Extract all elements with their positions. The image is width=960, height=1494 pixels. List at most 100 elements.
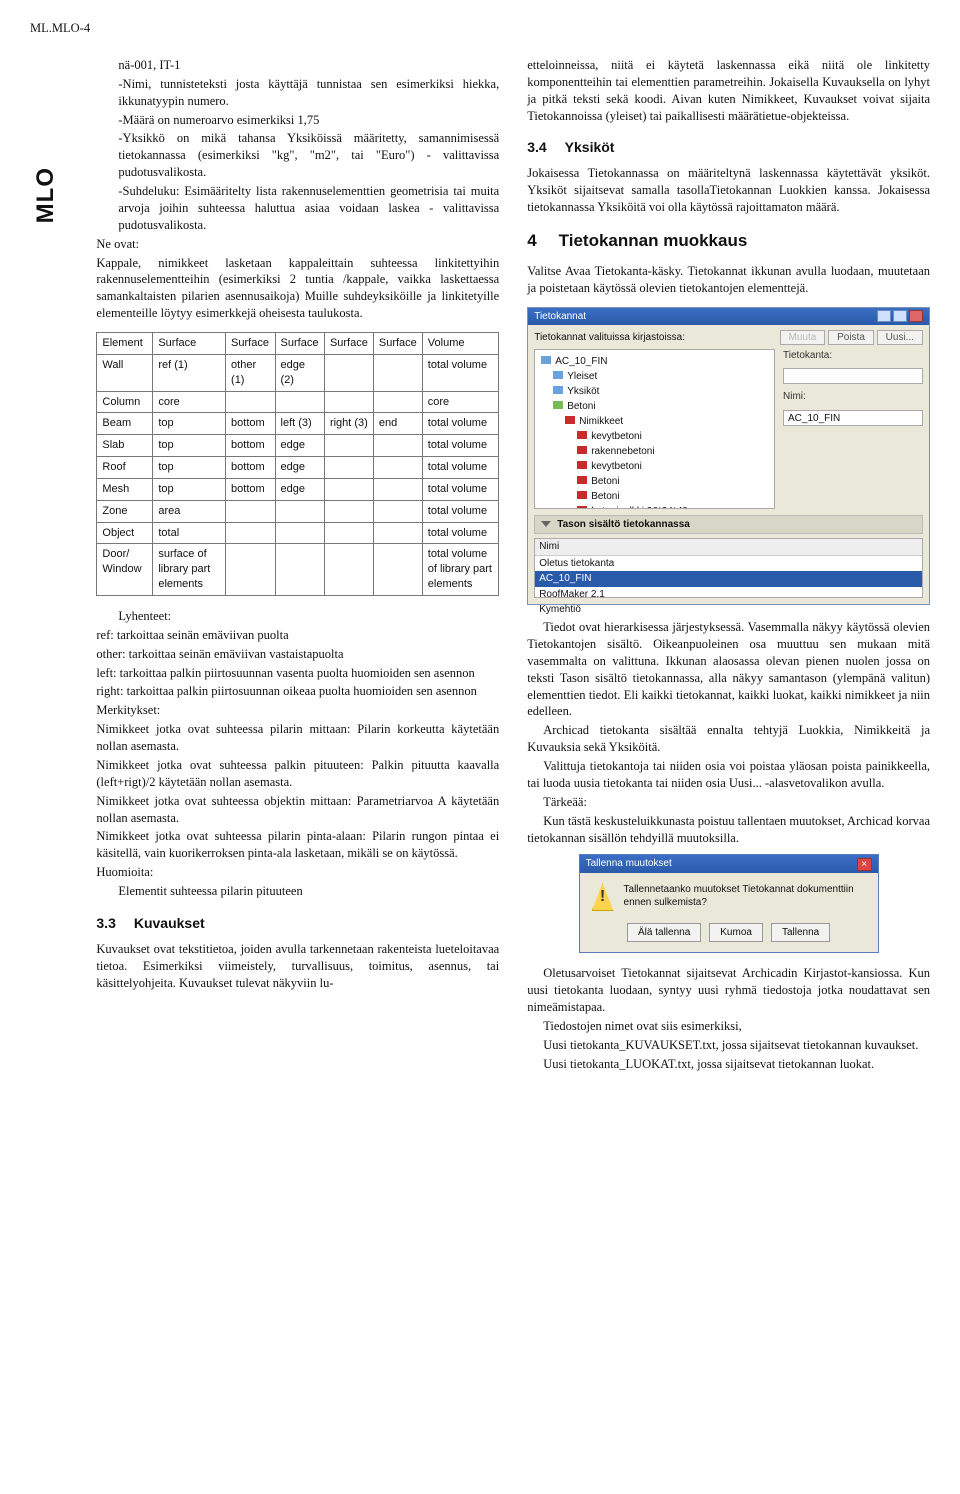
- new-button[interactable]: Uusi...: [877, 330, 923, 345]
- table-cell: [373, 354, 422, 391]
- list-item[interactable]: AC_10_FIN: [535, 571, 922, 587]
- table-cell: total volume: [422, 457, 498, 479]
- modal-titlebar[interactable]: Tallenna muutokset ×: [580, 855, 878, 873]
- table-cell: Column: [97, 391, 153, 413]
- intro-line: -Suhdeluku: Esimääritelty lista rakennus…: [118, 183, 499, 234]
- s33-body: Kuvaukset ovat tekstitietoa, joiden avul…: [96, 941, 499, 992]
- tail-p: Uusi tietokanta_KUVAUKSET.txt, jossa sij…: [527, 1037, 930, 1054]
- table-cell: ref (1): [153, 354, 226, 391]
- close-icon[interactable]: ×: [857, 858, 872, 871]
- merk-title: Merkitykset:: [96, 702, 499, 719]
- table-cell: Slab: [97, 435, 153, 457]
- table-cell: Roof: [97, 457, 153, 479]
- lyh-line: ref: tarkoittaa seinän emäviivan puolta: [96, 627, 499, 644]
- tree-item[interactable]: Betoni: [541, 474, 768, 489]
- name-field[interactable]: AC_10_FIN: [783, 410, 923, 426]
- s4-body: Valitse Avaa Tietokanta-käsky. Tietokann…: [527, 263, 930, 297]
- table-cell: [373, 391, 422, 413]
- section-title: Tietokannan muokkaus: [559, 231, 748, 250]
- dont-save-button[interactable]: Älä tallenna: [627, 923, 701, 943]
- th: Surface: [275, 333, 324, 355]
- after-win-p: Kun tästä keskusteluikkunasta poistuu ta…: [527, 813, 930, 847]
- table-cell: [275, 500, 324, 522]
- table-row: Rooftopbottomedgetotal volume: [97, 457, 499, 479]
- table-cell: total volume of library part elements: [422, 544, 498, 596]
- table-cell: [324, 457, 373, 479]
- table-cell: bottom: [226, 413, 276, 435]
- list-item[interactable]: Oletus tietokanta: [535, 556, 922, 572]
- table-cell: [324, 391, 373, 413]
- level-content-list[interactable]: Nimi Oletus tietokanta AC_10_FIN RoofMak…: [534, 538, 923, 598]
- tree-item-icon: [553, 371, 563, 379]
- table-row: Beamtopbottomleft (3)right (3)endtotal v…: [97, 413, 499, 435]
- tree-item[interactable]: Yksiköt: [541, 384, 768, 399]
- delete-button[interactable]: Poista: [828, 330, 874, 345]
- table-cell: top: [153, 413, 226, 435]
- intro-line: -Nimi, tunnisteteksti josta käyttäjä tun…: [118, 76, 499, 110]
- tree-item[interactable]: Nimikkeet: [541, 414, 768, 429]
- dialog-titlebar[interactable]: Tietokannat: [528, 308, 929, 326]
- tree-item[interactable]: betonipalkki 26*24*49 cm: [541, 504, 768, 509]
- modal-message: Tallennetaanko muutokset Tietokannat dok…: [624, 883, 866, 910]
- merk-line: Nimikkeet jotka ovat suhteessa palkin pi…: [96, 757, 499, 791]
- table-cell: edge: [275, 457, 324, 479]
- merk-line: Nimikkeet jotka ovat suhteessa pilarin p…: [96, 828, 499, 862]
- tree-item-icon: [577, 491, 587, 499]
- th: Surface: [226, 333, 276, 355]
- db-field[interactable]: [783, 368, 923, 384]
- table-row: Meshtopbottomedgetotal volume: [97, 478, 499, 500]
- table-cell: [275, 522, 324, 544]
- table-cell: [324, 500, 373, 522]
- page-body: MLO nä-001, IT-1 -Nimi, tunnisteteksti j…: [30, 57, 930, 1075]
- merk-line: Nimikkeet jotka ovat suhteessa pilarin m…: [96, 721, 499, 755]
- tail-p: Uusi tietokanta_LUOKAT.txt, jossa sijait…: [527, 1056, 930, 1073]
- table-row: Zoneareatotal volume: [97, 500, 499, 522]
- table-cell: total volume: [422, 435, 498, 457]
- dialog-title: Tietokannat: [534, 310, 586, 324]
- th: Surface: [324, 333, 373, 355]
- table-cell: top: [153, 478, 226, 500]
- tree-item[interactable]: kevytbetoni: [541, 459, 768, 474]
- table-cell: total volume: [422, 522, 498, 544]
- tree-item[interactable]: Yleiset: [541, 369, 768, 384]
- window-buttons: [877, 310, 923, 322]
- level-content-label: Tason sisältö tietokannassa: [557, 518, 690, 532]
- cont-paragraph: etteloinneissa, niitä ei käytetä laskenn…: [527, 57, 930, 125]
- table-cell: total volume: [422, 413, 498, 435]
- table-cell: Wall: [97, 354, 153, 391]
- edit-button[interactable]: Muuta: [780, 330, 826, 345]
- list-item[interactable]: RoofMaker 2.1: [535, 587, 922, 603]
- cancel-button[interactable]: Kumoa: [709, 923, 763, 943]
- neovat-body: Kappale, nimikkeet lasketaan kappaleitta…: [96, 255, 499, 323]
- merk-line: Nimikkeet jotka ovat suhteessa objektin …: [96, 793, 499, 827]
- table-cell: core: [422, 391, 498, 413]
- db-label: Tietokanta:: [783, 349, 923, 363]
- intro-line: -Yksikkö on mikä tahansa Yksiköissä määr…: [118, 130, 499, 181]
- table-cell: [226, 391, 276, 413]
- tree-item[interactable]: rakennebetoni: [541, 444, 768, 459]
- maximize-icon[interactable]: [893, 310, 907, 322]
- tree-item[interactable]: Betoni: [541, 489, 768, 504]
- section-number: 3.3: [96, 915, 115, 931]
- table-cell: right (3): [324, 413, 373, 435]
- section-title: Kuvaukset: [134, 915, 205, 931]
- database-tree[interactable]: AC_10_FINYleisetYksikötBetoniNimikkeetke…: [534, 349, 775, 509]
- table-row: Objecttotaltotal volume: [97, 522, 499, 544]
- tree-item[interactable]: Betoni: [541, 399, 768, 414]
- table-cell: edge: [275, 478, 324, 500]
- save-button[interactable]: Tallenna: [771, 923, 830, 943]
- level-content-header[interactable]: Tason sisältö tietokannassa: [534, 515, 923, 535]
- warning-icon: !: [592, 883, 614, 911]
- table-cell: [275, 544, 324, 596]
- list-item[interactable]: Kymehtiö: [535, 602, 922, 618]
- table-row: Wallref (1)other (1)edge (2)total volume: [97, 354, 499, 391]
- minimize-icon[interactable]: [877, 310, 891, 322]
- close-icon[interactable]: [909, 310, 923, 322]
- table-cell: edge (2): [275, 354, 324, 391]
- table-cell: area: [153, 500, 226, 522]
- tree-item[interactable]: kevytbetoni: [541, 429, 768, 444]
- section-4: 4Tietokannan muokkaus: [527, 230, 930, 253]
- tree-item[interactable]: AC_10_FIN: [541, 354, 768, 369]
- lyhenteet-title: Lyhenteet:: [118, 608, 499, 625]
- lyh-line: other: tarkoittaa seinän emäviivan vasta…: [96, 646, 499, 663]
